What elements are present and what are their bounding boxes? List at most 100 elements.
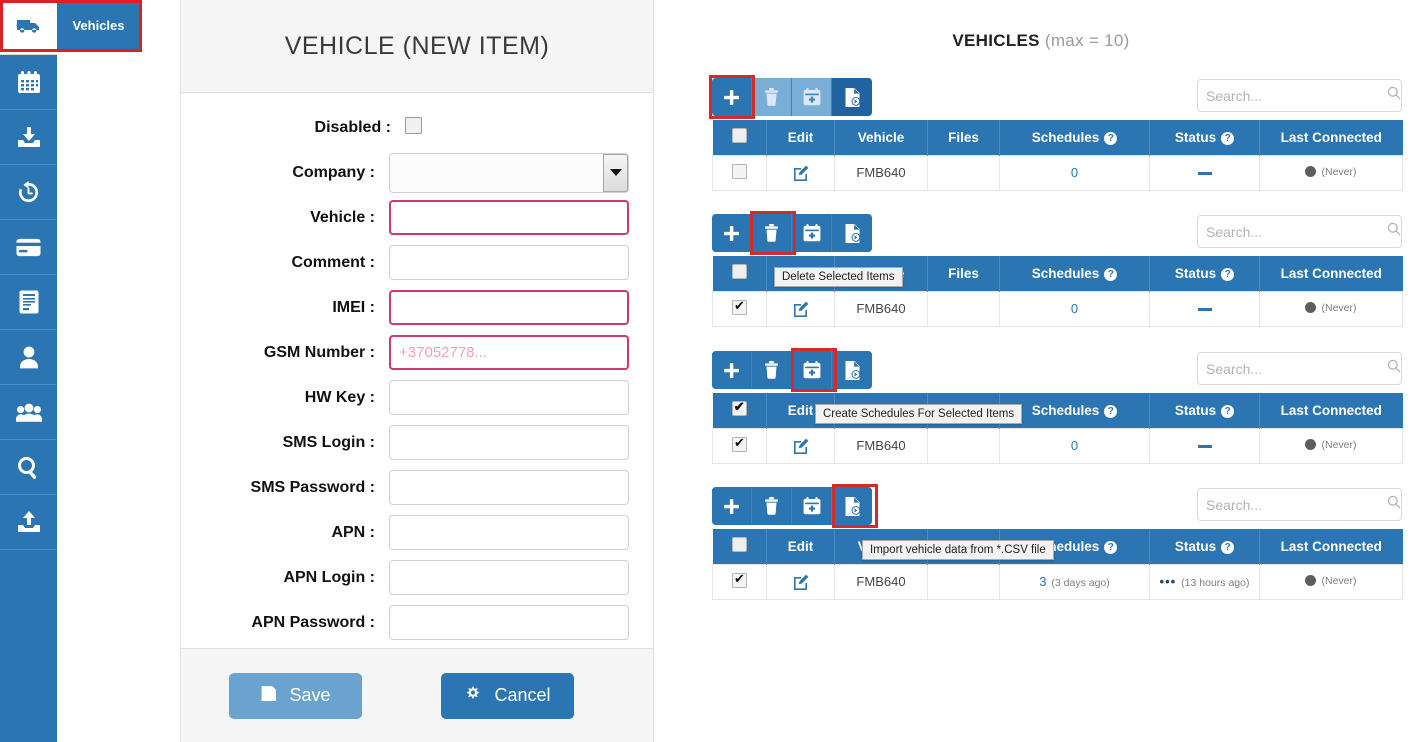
save-button[interactable]: Save: [229, 673, 362, 719]
select-all-box[interactable]: [732, 128, 747, 143]
select-all-box[interactable]: [732, 537, 747, 552]
trash-button[interactable]: [752, 351, 792, 389]
row-checkbox[interactable]: [732, 164, 747, 179]
select-all-checkbox[interactable]: [713, 529, 767, 564]
row-checkbox[interactable]: [732, 300, 747, 315]
trash-button[interactable]: [752, 487, 792, 525]
row-last-connected-cell: (Never): [1260, 428, 1403, 463]
help-icon[interactable]: ?: [1221, 268, 1234, 281]
sidebar-item-download[interactable]: [0, 110, 57, 165]
row-schedules-cell[interactable]: 0: [1000, 428, 1150, 463]
sidebar-item-reports[interactable]: [0, 275, 57, 330]
schedules-count[interactable]: 0: [1071, 438, 1078, 453]
imei-input[interactable]: [389, 290, 629, 325]
row-checkbox-cell[interactable]: [713, 291, 767, 326]
search-input[interactable]: [1206, 361, 1387, 377]
table-row[interactable]: FMB6403(3 days ago)•••(13 hours ago)(Nev…: [713, 564, 1403, 599]
help-icon[interactable]: ?: [1104, 541, 1117, 554]
sidebar-item-user[interactable]: [0, 330, 57, 385]
edit-icon[interactable]: [793, 573, 809, 588]
search-input[interactable]: [1206, 88, 1387, 104]
vehicle-input[interactable]: [389, 200, 629, 235]
help-icon[interactable]: ?: [1221, 405, 1234, 418]
row-schedules-cell[interactable]: 0: [1000, 155, 1150, 190]
calendar-plus-button[interactable]: [792, 214, 832, 252]
comment-input[interactable]: [389, 245, 629, 280]
row-edit-cell[interactable]: [767, 155, 835, 190]
help-icon[interactable]: ?: [1104, 405, 1117, 418]
add-button[interactable]: [712, 214, 752, 252]
table-row[interactable]: FMB6400(Never): [713, 291, 1403, 326]
schedules-count[interactable]: 3: [1039, 574, 1046, 589]
row-checkbox-cell[interactable]: [713, 155, 767, 190]
row-checkbox-cell[interactable]: [713, 428, 767, 463]
row-schedules-cell[interactable]: 3(3 days ago): [1000, 564, 1150, 599]
csv-import-button[interactable]: [832, 487, 872, 525]
edit-icon[interactable]: [793, 437, 809, 452]
select-all-box[interactable]: [732, 401, 747, 416]
row-edit-cell[interactable]: [767, 291, 835, 326]
calendar-plus-button[interactable]: [792, 487, 832, 525]
row-checkbox-cell[interactable]: [713, 564, 767, 599]
row-checkbox[interactable]: [732, 437, 747, 452]
sidebar-item-cards[interactable]: [0, 220, 57, 275]
sidebar-item-users[interactable]: [0, 385, 57, 440]
apn-password-input[interactable]: [389, 605, 629, 640]
row-status-cell: [1150, 428, 1260, 463]
sidebar-active-tab-label[interactable]: Vehicles: [57, 2, 140, 49]
sidebar-item-search[interactable]: [0, 440, 57, 495]
sms-password-input[interactable]: [389, 470, 629, 505]
tooltip: Create Schedules For Selected Items: [815, 404, 1022, 424]
disabled-checkbox[interactable]: [405, 117, 422, 134]
row-edit-cell[interactable]: [767, 428, 835, 463]
help-icon[interactable]: ?: [1104, 268, 1117, 281]
sms-login-input[interactable]: [389, 425, 629, 460]
sidebar-item-history[interactable]: [0, 165, 57, 220]
select-all-checkbox[interactable]: [713, 393, 767, 428]
apn-input[interactable]: [389, 515, 629, 550]
gsm-number-input[interactable]: [389, 335, 629, 370]
calendar-plus-icon: [803, 361, 821, 379]
trash-button[interactable]: [752, 214, 792, 252]
help-icon[interactable]: ?: [1104, 132, 1117, 145]
help-icon[interactable]: ?: [1221, 132, 1234, 145]
add-button[interactable]: [712, 487, 752, 525]
trash-button[interactable]: [752, 78, 792, 116]
row-checkbox[interactable]: [732, 573, 747, 588]
schedules-count[interactable]: 0: [1071, 301, 1078, 316]
table-row[interactable]: FMB6400(Never): [713, 155, 1403, 190]
search-input[interactable]: [1206, 497, 1387, 513]
apn-login-input[interactable]: [389, 560, 629, 595]
column-header-schedules: Schedules?: [1000, 120, 1150, 155]
edit-icon[interactable]: [793, 300, 809, 315]
edit-icon[interactable]: [793, 164, 809, 179]
form-control: [389, 290, 629, 325]
sidebar-item-schedules[interactable]: [0, 55, 57, 110]
row-edit-cell[interactable]: [767, 564, 835, 599]
form-header: VEHICLE (NEW ITEM): [181, 0, 653, 93]
cancel-button[interactable]: Cancel: [441, 673, 574, 719]
sidebar-item-vehicles[interactable]: [0, 0, 57, 55]
add-button[interactable]: [712, 78, 752, 116]
calendar-plus-button[interactable]: [792, 351, 832, 389]
add-button[interactable]: [712, 351, 752, 389]
row-schedules-cell[interactable]: 0: [1000, 291, 1150, 326]
sidebar-item-upload[interactable]: [0, 495, 57, 550]
row-vehicle-cell: FMB640: [835, 291, 928, 326]
csv-import-button[interactable]: [832, 78, 872, 116]
schedules-count[interactable]: 0: [1071, 165, 1078, 180]
csv-import-button[interactable]: [832, 351, 872, 389]
help-icon[interactable]: ?: [1221, 541, 1234, 554]
hw-key-input[interactable]: [389, 380, 629, 415]
search-input[interactable]: [1206, 224, 1387, 240]
company-select[interactable]: [389, 153, 629, 193]
select-all-checkbox[interactable]: [713, 120, 767, 155]
csv-import-button[interactable]: [832, 214, 872, 252]
form-row: Company :: [205, 150, 629, 195]
select-all-box[interactable]: [732, 264, 747, 279]
calendar-plus-button[interactable]: [792, 78, 832, 116]
form-row: SMS Password :: [205, 465, 629, 510]
select-all-checkbox[interactable]: [713, 256, 767, 291]
table-row[interactable]: FMB6400(Never): [713, 428, 1403, 463]
connection-status-dot-icon: [1305, 439, 1316, 450]
